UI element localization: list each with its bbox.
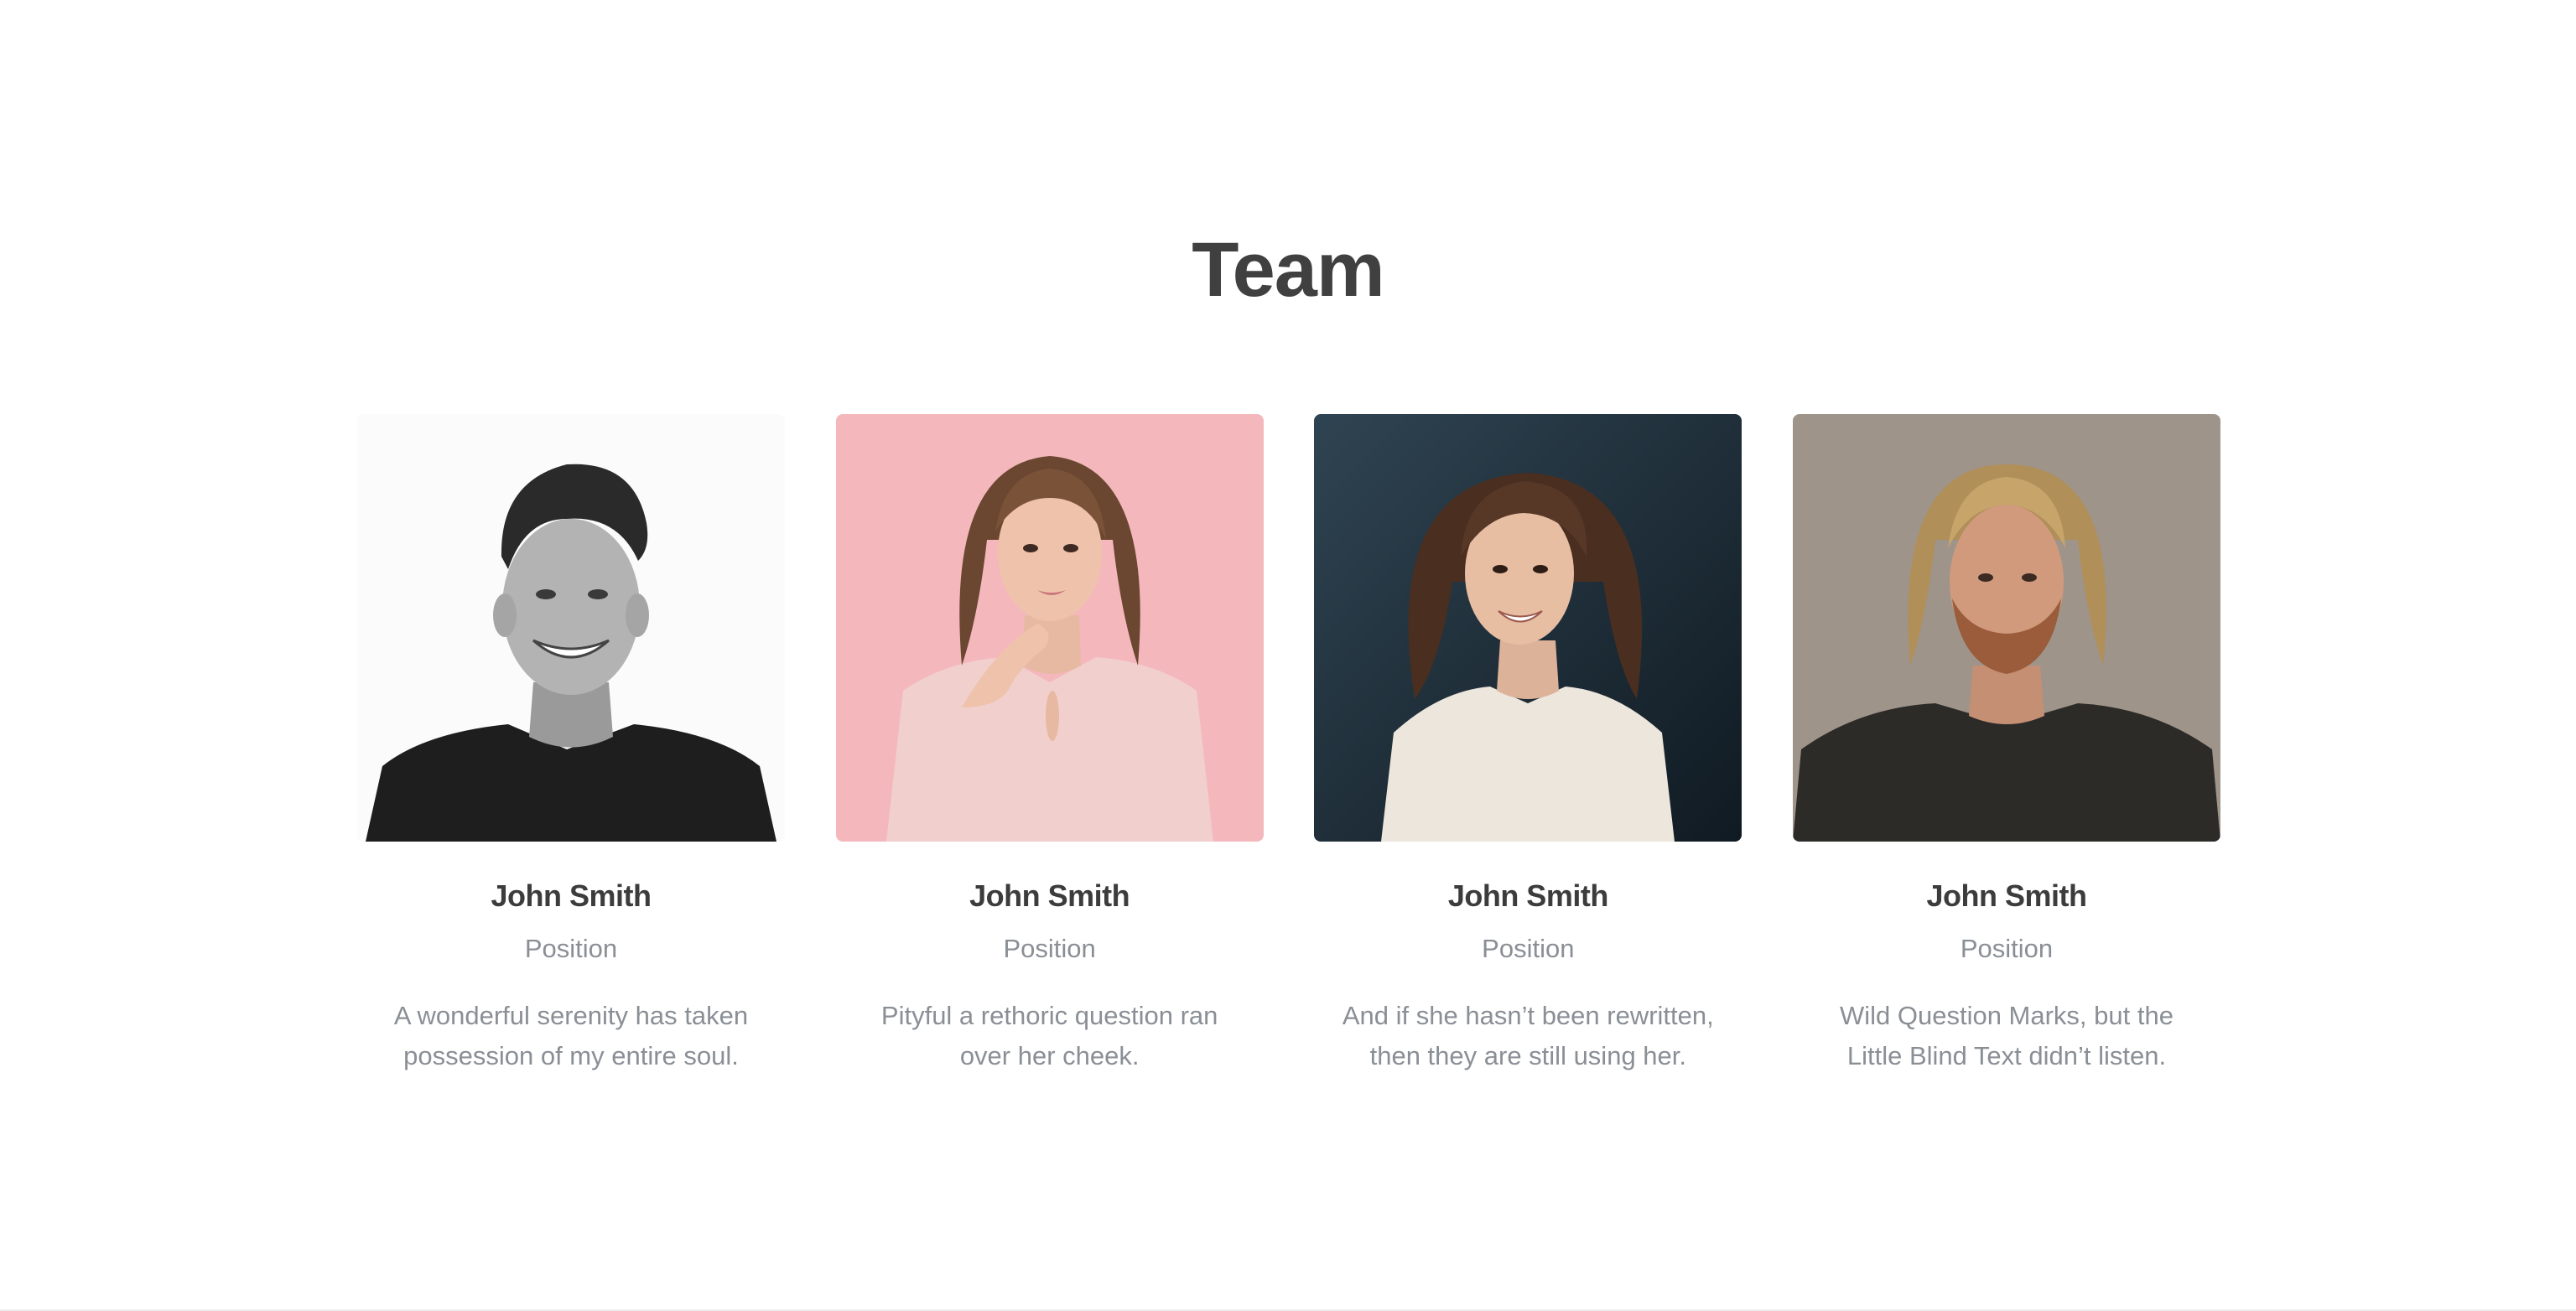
member-name: John Smith bbox=[491, 878, 652, 913]
member-name: John Smith bbox=[1447, 878, 1609, 913]
member-position: Position bbox=[1960, 934, 2054, 963]
member-position: Position bbox=[1003, 934, 1096, 963]
team-section: Team John Smith Position A wonderful ser… bbox=[0, 0, 2576, 1311]
team-member-card: John Smith Position And if she hasn’t be… bbox=[1314, 414, 1742, 1076]
member-description: And if she hasn’t been rewritten, then t… bbox=[1342, 1001, 1714, 1070]
team-member-card: John Smith Position Wild Question Marks,… bbox=[1792, 414, 2220, 1076]
member-name: John Smith bbox=[969, 878, 1130, 913]
member-photo bbox=[357, 414, 785, 842]
portrait-woman-dark-background-photo bbox=[1314, 414, 1742, 842]
portrait-bearded-man-stone-background-photo bbox=[1792, 414, 2220, 842]
portrait-woman-pink-background-photo bbox=[835, 414, 1264, 842]
member-position: Position bbox=[1482, 934, 1575, 963]
member-name: John Smith bbox=[1926, 878, 2087, 913]
member-position: Position bbox=[524, 934, 618, 963]
member-photo bbox=[1314, 414, 1742, 842]
team-grid: John Smith Position A wonderful serenity… bbox=[357, 414, 2220, 1076]
section-title: Team bbox=[1192, 227, 1385, 313]
portrait-young-man-bw-photo bbox=[357, 414, 785, 842]
team-member-card: John Smith Position Pityful a rethoric q… bbox=[835, 414, 1264, 1076]
member-photo bbox=[1792, 414, 2220, 842]
member-description: A wonderful serenity has taken possessio… bbox=[393, 1001, 749, 1070]
member-photo bbox=[835, 414, 1264, 842]
team-member-card: John Smith Position A wonderful serenity… bbox=[357, 414, 785, 1076]
member-description: Wild Question Marks, but the Little Blin… bbox=[1839, 1001, 2174, 1070]
member-description: Pityful a rethoric question ran over her… bbox=[880, 1001, 1218, 1070]
